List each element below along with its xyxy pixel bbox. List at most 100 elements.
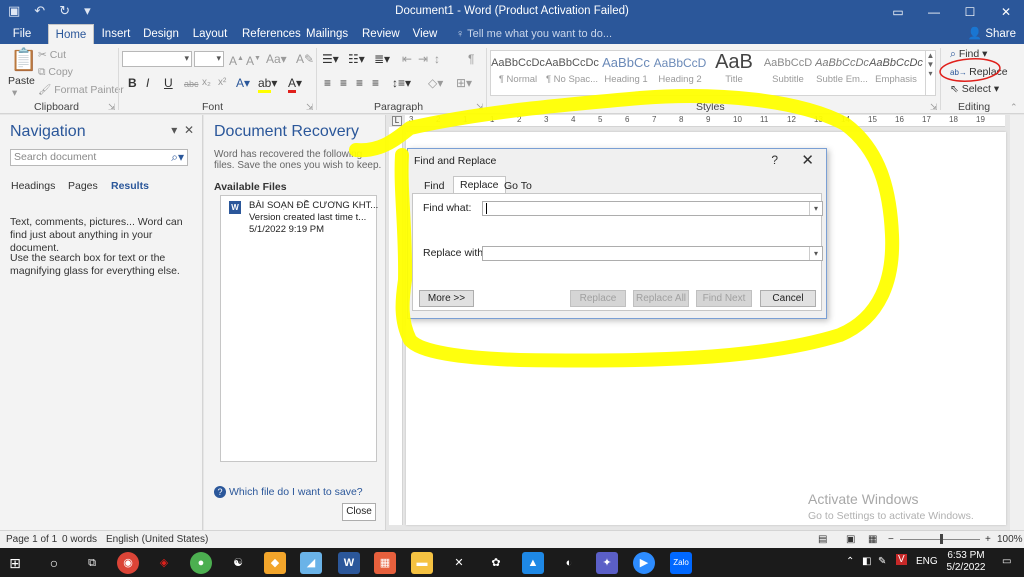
tab-mailings[interactable]: Mailings [306, 24, 348, 44]
tell-me-box[interactable]: ♀ Tell me what you want to do... [456, 24, 612, 44]
replace-all-button[interactable]: Replace All [633, 290, 689, 307]
borders-icon[interactable]: ⊞▾ [456, 76, 472, 90]
zoom-out-icon[interactable]: − [888, 534, 894, 545]
page-count[interactable]: Page 1 of 1 [6, 534, 57, 545]
find-what-input[interactable]: ▾ [482, 201, 823, 216]
vertical-scrollbar[interactable] [1010, 115, 1024, 530]
find-button[interactable]: ⌕ Find ▾ [950, 48, 987, 61]
numbering-icon[interactable]: ☷▾ [348, 52, 365, 66]
which-file-help-link[interactable]: ? Which file do I want to save? [214, 486, 363, 498]
tab-view[interactable]: View [412, 24, 438, 44]
tab-home[interactable]: Home [48, 24, 94, 44]
bullets-icon[interactable]: ☰▾ [322, 52, 339, 66]
styles-launcher-icon[interactable]: ⇲ [930, 100, 938, 114]
copy-button[interactable]: ⧉ Copy [38, 66, 73, 79]
app-icon-globe[interactable]: ☯ [227, 552, 249, 574]
app-icon-chart[interactable]: ✕ [448, 552, 470, 574]
close-pane-icon[interactable]: ✕ [184, 123, 194, 137]
replace-button[interactable]: ab→ Replace [950, 66, 1008, 78]
input-language[interactable]: ENG [916, 556, 938, 567]
clipboard-launcher-icon[interactable]: ⇲ [108, 100, 116, 114]
search-document-input[interactable]: Search document ⌕▾ [10, 149, 188, 166]
zoom-level[interactable]: 100% [997, 534, 1023, 545]
recovered-file-item[interactable]: W BÀI SOẠN ĐỀ CƯƠNG KHT... Version creat… [221, 196, 378, 236]
tab-selector[interactable]: L [392, 116, 402, 126]
style-heading-1[interactable]: AaBbCc Heading 1 [599, 51, 653, 95]
clear-formatting-icon[interactable]: A✎ [296, 52, 314, 66]
tab-references[interactable]: References [242, 24, 301, 44]
font-launcher-icon[interactable]: ⇲ [306, 100, 314, 114]
minimize-icon[interactable]: — [916, 0, 952, 24]
task-view-icon[interactable]: ⧉ [81, 552, 103, 574]
show-formatting-icon[interactable]: ¶ [468, 52, 474, 66]
app-icon-photos[interactable]: ▲ [522, 552, 544, 574]
tab-review[interactable]: Review [362, 24, 400, 44]
font-color-icon[interactable]: A▾ [288, 76, 302, 93]
styles-scroll[interactable]: ▲ ▼ ▾ [925, 51, 935, 95]
nav-tab-headings[interactable]: Headings [11, 180, 55, 192]
app-icon-green[interactable]: ● [190, 552, 212, 574]
dialog-tab-goto[interactable]: Go To [498, 178, 538, 194]
app-icon-video[interactable]: ◐ [558, 552, 580, 574]
app-icon-grid[interactable]: ▦ [374, 552, 396, 574]
cut-button[interactable]: ✂ Cut [38, 49, 66, 61]
app-icon-paint[interactable]: ✿ [485, 552, 507, 574]
nav-tab-pages[interactable]: Pages [68, 180, 98, 192]
style-title[interactable]: AaB Title [707, 51, 761, 95]
app-icon-red[interactable]: ◈ [153, 552, 175, 574]
dialog-close-button[interactable]: ✕ [801, 151, 814, 169]
nav-tab-results[interactable]: Results [111, 180, 149, 192]
shading-icon[interactable]: ◇▾ [428, 76, 443, 90]
zoom-app-icon[interactable]: ▶ [633, 552, 655, 574]
pane-options-icon[interactable]: ▾ [171, 123, 177, 137]
read-mode-icon[interactable]: ▤ [818, 534, 827, 545]
maximize-icon[interactable]: ☐ [952, 0, 988, 24]
style-heading-2[interactable]: AaBbCcD Heading 2 [653, 51, 707, 95]
find-next-button[interactable]: Find Next [696, 290, 752, 307]
grow-font-icon[interactable]: A▲ [229, 52, 244, 68]
style-subtle-emphasis[interactable]: AaBbCcDc Subtle Em... [815, 51, 869, 95]
tray-app-icon[interactable]: ◧ [862, 556, 871, 567]
tab-insert[interactable]: Insert [100, 24, 132, 44]
replace-action-button[interactable]: Replace [570, 290, 626, 307]
tray-arrow-icon[interactable]: ⌃ [846, 556, 854, 567]
web-layout-icon[interactable]: ▦ [868, 534, 877, 545]
zoom-in-icon[interactable]: + [985, 534, 991, 545]
style-no-spacing[interactable]: AaBbCcDc ¶ No Spac... [545, 51, 599, 95]
notifications-icon[interactable]: ▭ [1002, 556, 1011, 567]
more-button[interactable]: More >> [419, 290, 474, 307]
increase-indent-icon[interactable]: ⇥ [418, 52, 428, 66]
file-explorer-icon[interactable]: ▬ [411, 552, 433, 574]
multilevel-list-icon[interactable]: ≣▾ [374, 52, 390, 66]
select-button[interactable]: ⇖ Select ▾ [950, 83, 999, 95]
text-effects-icon[interactable]: A▾ [236, 76, 250, 90]
tray-v-icon[interactable]: V [896, 554, 907, 565]
paste-icon[interactable]: 📋 [10, 48, 37, 72]
find-dropdown-icon[interactable]: ▾ [809, 202, 822, 215]
superscript-icon[interactable]: x² [218, 76, 226, 90]
font-name-combo[interactable] [122, 51, 192, 67]
subscript-icon[interactable]: x₂ [202, 76, 211, 90]
tray-pen-icon[interactable]: ✎ [878, 556, 886, 567]
style-subtitle[interactable]: AaBbCcD Subtitle [761, 51, 815, 95]
style-normal[interactable]: AaBbCcDc ¶ Normal [491, 51, 545, 95]
horizontal-ruler[interactable]: 3 2 1 1 2 3 4 5 6 7 8 9 10 11 12 13 14 15 16 17 18 19 [405, 115, 1005, 127]
format-painter-button[interactable]: 🖌 Format Painter [38, 83, 124, 96]
change-case-icon[interactable]: Aa▾ [266, 52, 287, 66]
tab-design[interactable]: Design [142, 24, 180, 44]
share-button[interactable]: 👤 Share [968, 24, 1016, 44]
replace-dropdown-icon[interactable]: ▾ [809, 247, 822, 260]
shrink-font-icon[interactable]: A▼ [246, 52, 261, 68]
print-layout-icon[interactable]: ▣ [846, 534, 855, 545]
search-taskbar-icon[interactable]: ○ [43, 552, 65, 574]
dialog-help-button[interactable]: ? [771, 153, 778, 167]
paragraph-launcher-icon[interactable]: ⇲ [476, 100, 484, 114]
recovery-close-button[interactable]: Close [342, 503, 376, 521]
vertical-ruler[interactable] [389, 127, 403, 525]
language-indicator[interactable]: English (United States) [106, 534, 208, 545]
close-window-icon[interactable]: ✕ [988, 0, 1024, 24]
strikethrough-icon[interactable]: abc [184, 77, 199, 91]
decrease-indent-icon[interactable]: ⇤ [402, 52, 412, 66]
zoom-slider-thumb[interactable] [940, 534, 943, 544]
search-icon[interactable]: ⌕▾ [171, 150, 184, 165]
